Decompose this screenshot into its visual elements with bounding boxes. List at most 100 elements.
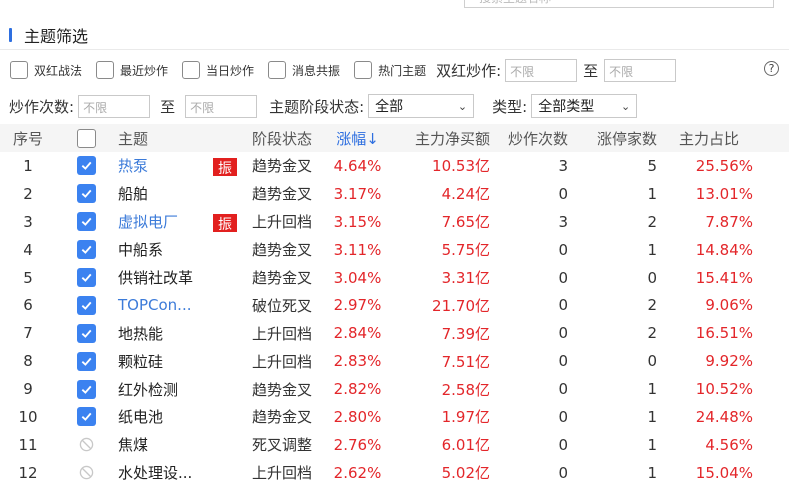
row-stage: 破位死叉 [251,296,312,315]
row-theme-cell[interactable]: TOPCon... [116,296,240,314]
row-checkbox-checked[interactable] [76,351,96,371]
row-net-buy: 3.31亿 [441,269,490,287]
theme-name: 红外检测 [118,380,179,399]
filter-hot-theme[interactable]: 热门主题 [354,61,426,79]
row-stage: 上升回档 [251,213,312,232]
row-theme-cell: 水处理设... [116,462,240,483]
double-red-max-input[interactable]: 不限 [604,58,677,82]
col-header-net-buy[interactable]: 主力净买额 [391,128,496,149]
row-theme-cell: 地热能 [116,323,240,344]
row-main-ratio: 13.01% [695,184,753,203]
row-checkbox-checked[interactable] [76,407,96,427]
row-index: 4 [23,240,33,259]
row-checkbox-checked[interactable] [76,268,96,287]
col-header-index: 序号 [12,129,43,148]
row-checkbox-cell[interactable] [56,437,116,452]
table-row[interactable]: 9 红外检测 趋势金叉 2.82% 2.58亿 0 1 10.52% [0,375,789,403]
table-row[interactable]: 7 地热能 上升回档 2.84% 7.39亿 0 2 16.51% [0,319,789,347]
type-select[interactable]: 全部类型 ⌄ [531,94,638,118]
table-row[interactable]: 4 中船系 趋势金叉 3.11% 5.75亿 0 1 14.84% [0,236,789,264]
col-header-stage[interactable]: 阶段状态 [240,128,324,149]
row-stage: 趋势金叉 [251,408,312,427]
row-limit-up: 0 [647,268,657,287]
double-red-min-input[interactable]: 不限 [505,58,578,82]
row-checkbox-cell[interactable] [56,465,116,480]
row-stage: 趋势金叉 [251,380,312,399]
col-header-main-ratio[interactable]: 主力占比 [665,128,789,149]
col-header-change[interactable]: 涨幅↓ [324,128,391,149]
row-limit-up: 1 [647,380,657,399]
row-stage: 上升回档 [251,324,312,343]
table-row[interactable]: 12 水处理设... 上升回档 2.62% 5.02亿 0 1 15.04% [0,459,789,487]
row-checkbox-checked[interactable] [76,240,96,260]
select-all-checkbox[interactable] [76,128,96,148]
col-header-hype-count[interactable]: 炒作次数 [496,128,576,149]
checkbox[interactable] [10,61,28,79]
row-main-ratio: 10.52% [695,380,753,399]
col-header-theme[interactable]: 主题 [116,128,240,149]
checkbox[interactable] [96,61,115,79]
theme-name[interactable]: TOPCon... [118,296,191,314]
table-row[interactable]: 5 供销社改革 趋势金叉 3.04% 3.31亿 0 0 15.41% [0,264,789,292]
table-row[interactable]: 6 TOPCon... 破位死叉 2.97% 21.70亿 0 2 9.06% [0,291,789,319]
row-change: 2.84% [333,324,382,343]
theme-name[interactable]: 热泵 [118,155,148,176]
row-change: 3.11% [333,240,382,259]
row-theme-cell[interactable]: 热泵 振 [116,155,240,177]
row-checkbox-cell[interactable] [56,379,116,399]
filter-news-resonance[interactable]: 消息共振 [268,61,340,79]
row-checkbox-cell[interactable] [56,268,116,287]
theme-name[interactable]: 虚拟电厂 [118,211,178,232]
row-checkbox-cell[interactable] [56,407,116,427]
select-value: 全部 [375,99,404,115]
row-checkbox-checked[interactable] [76,212,96,232]
checkbox[interactable] [354,61,373,79]
sort-desc-icon: ↓ [366,129,379,148]
table-row[interactable]: 2 船舶 趋势金叉 3.17% 4.24亿 0 1 13.01% [0,180,789,208]
section-title: 主题筛选 [24,26,89,46]
hype-count-min-input[interactable]: 不限 [78,94,151,118]
col-header-select-all[interactable] [56,128,116,148]
table-row[interactable]: 3 虚拟电厂 振上升回档 3.15% 7.65亿 3 2 7.87% [0,208,789,236]
row-checkbox-checked[interactable] [76,184,96,204]
type-label: 类型: [492,97,528,116]
stage-status-select[interactable]: 全部 ⌄ [368,94,475,118]
table-row[interactable]: 1 热泵 振趋势金叉 4.64% 10.53亿 3 5 25.56% [0,152,789,180]
filter-today-hype[interactable]: 当日炒作 [182,61,254,79]
col-header-limit-up[interactable]: 涨停家数 [576,128,665,149]
range-to-label: 至 [160,97,176,116]
row-limit-up: 1 [647,240,657,259]
row-checkbox-checked[interactable] [76,379,96,399]
filter-recent-hype[interactable]: 最近炒作 [96,61,168,79]
checkbox[interactable] [182,61,201,79]
row-checkbox-cell[interactable] [56,323,116,343]
row-net-buy: 10.53亿 [432,157,490,176]
row-main-ratio: 14.84% [695,240,753,259]
row-checkbox-cell[interactable] [56,295,116,315]
filter-double-red-strategy[interactable]: 双红战法 [10,61,82,79]
row-net-buy: 5.75亿 [441,241,490,260]
row-checkbox-cell[interactable] [56,240,116,260]
checkbox[interactable] [268,61,287,79]
hype-count-max-input[interactable]: 不限 [185,94,258,118]
row-checkbox-checked[interactable] [76,156,96,176]
table-row[interactable]: 11 焦煤 死叉调整 2.76% 6.01亿 0 1 4.56% [0,431,789,459]
row-checkbox-cell[interactable] [56,351,116,371]
row-checkbox-cell[interactable] [56,184,116,204]
filter-row-1: 双红战法 最近炒作 当日炒作 消息共振 热门主题 双红炒作: 不限 至 不限 ? [0,56,789,84]
range-to-label: 至 [583,61,599,80]
row-checkbox-checked[interactable] [76,323,96,343]
row-checkbox-checked[interactable] [76,295,96,315]
help-icon[interactable]: ? [764,61,779,76]
row-main-ratio: 15.04% [695,463,753,482]
table-row[interactable]: 8 颗粒硅 上升回档 2.83% 7.51亿 0 0 9.92% [0,347,789,375]
table-row[interactable]: 10 纸电池 趋势金叉 2.80% 1.97亿 0 1 24.48% [0,403,789,431]
theme-search-input[interactable]: 搜索主题名称 [464,0,774,8]
row-hype-count: 0 [558,268,568,287]
chevron-down-icon: ⌄ [457,99,468,113]
row-checkbox-cell[interactable] [56,156,116,176]
row-theme-cell[interactable]: 虚拟电厂 振 [116,211,240,233]
row-checkbox-cell[interactable] [56,212,116,232]
row-net-buy: 4.24亿 [441,185,490,204]
theme-name: 颗粒硅 [118,352,164,371]
